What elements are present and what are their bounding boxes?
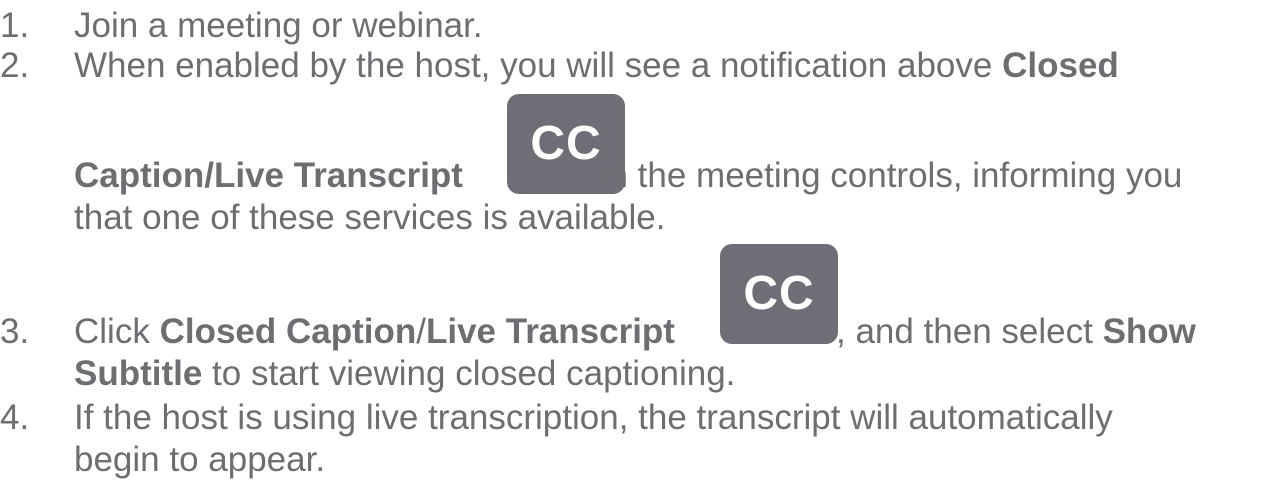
step-text-line-1: If the host is using live transcription,… — [74, 398, 1113, 437]
step-text-line-2: begin to appear. — [74, 440, 326, 479]
step-number: 4. — [0, 398, 30, 437]
step-4: 4. If the host is using live transcripti… — [0, 0, 1271, 483]
